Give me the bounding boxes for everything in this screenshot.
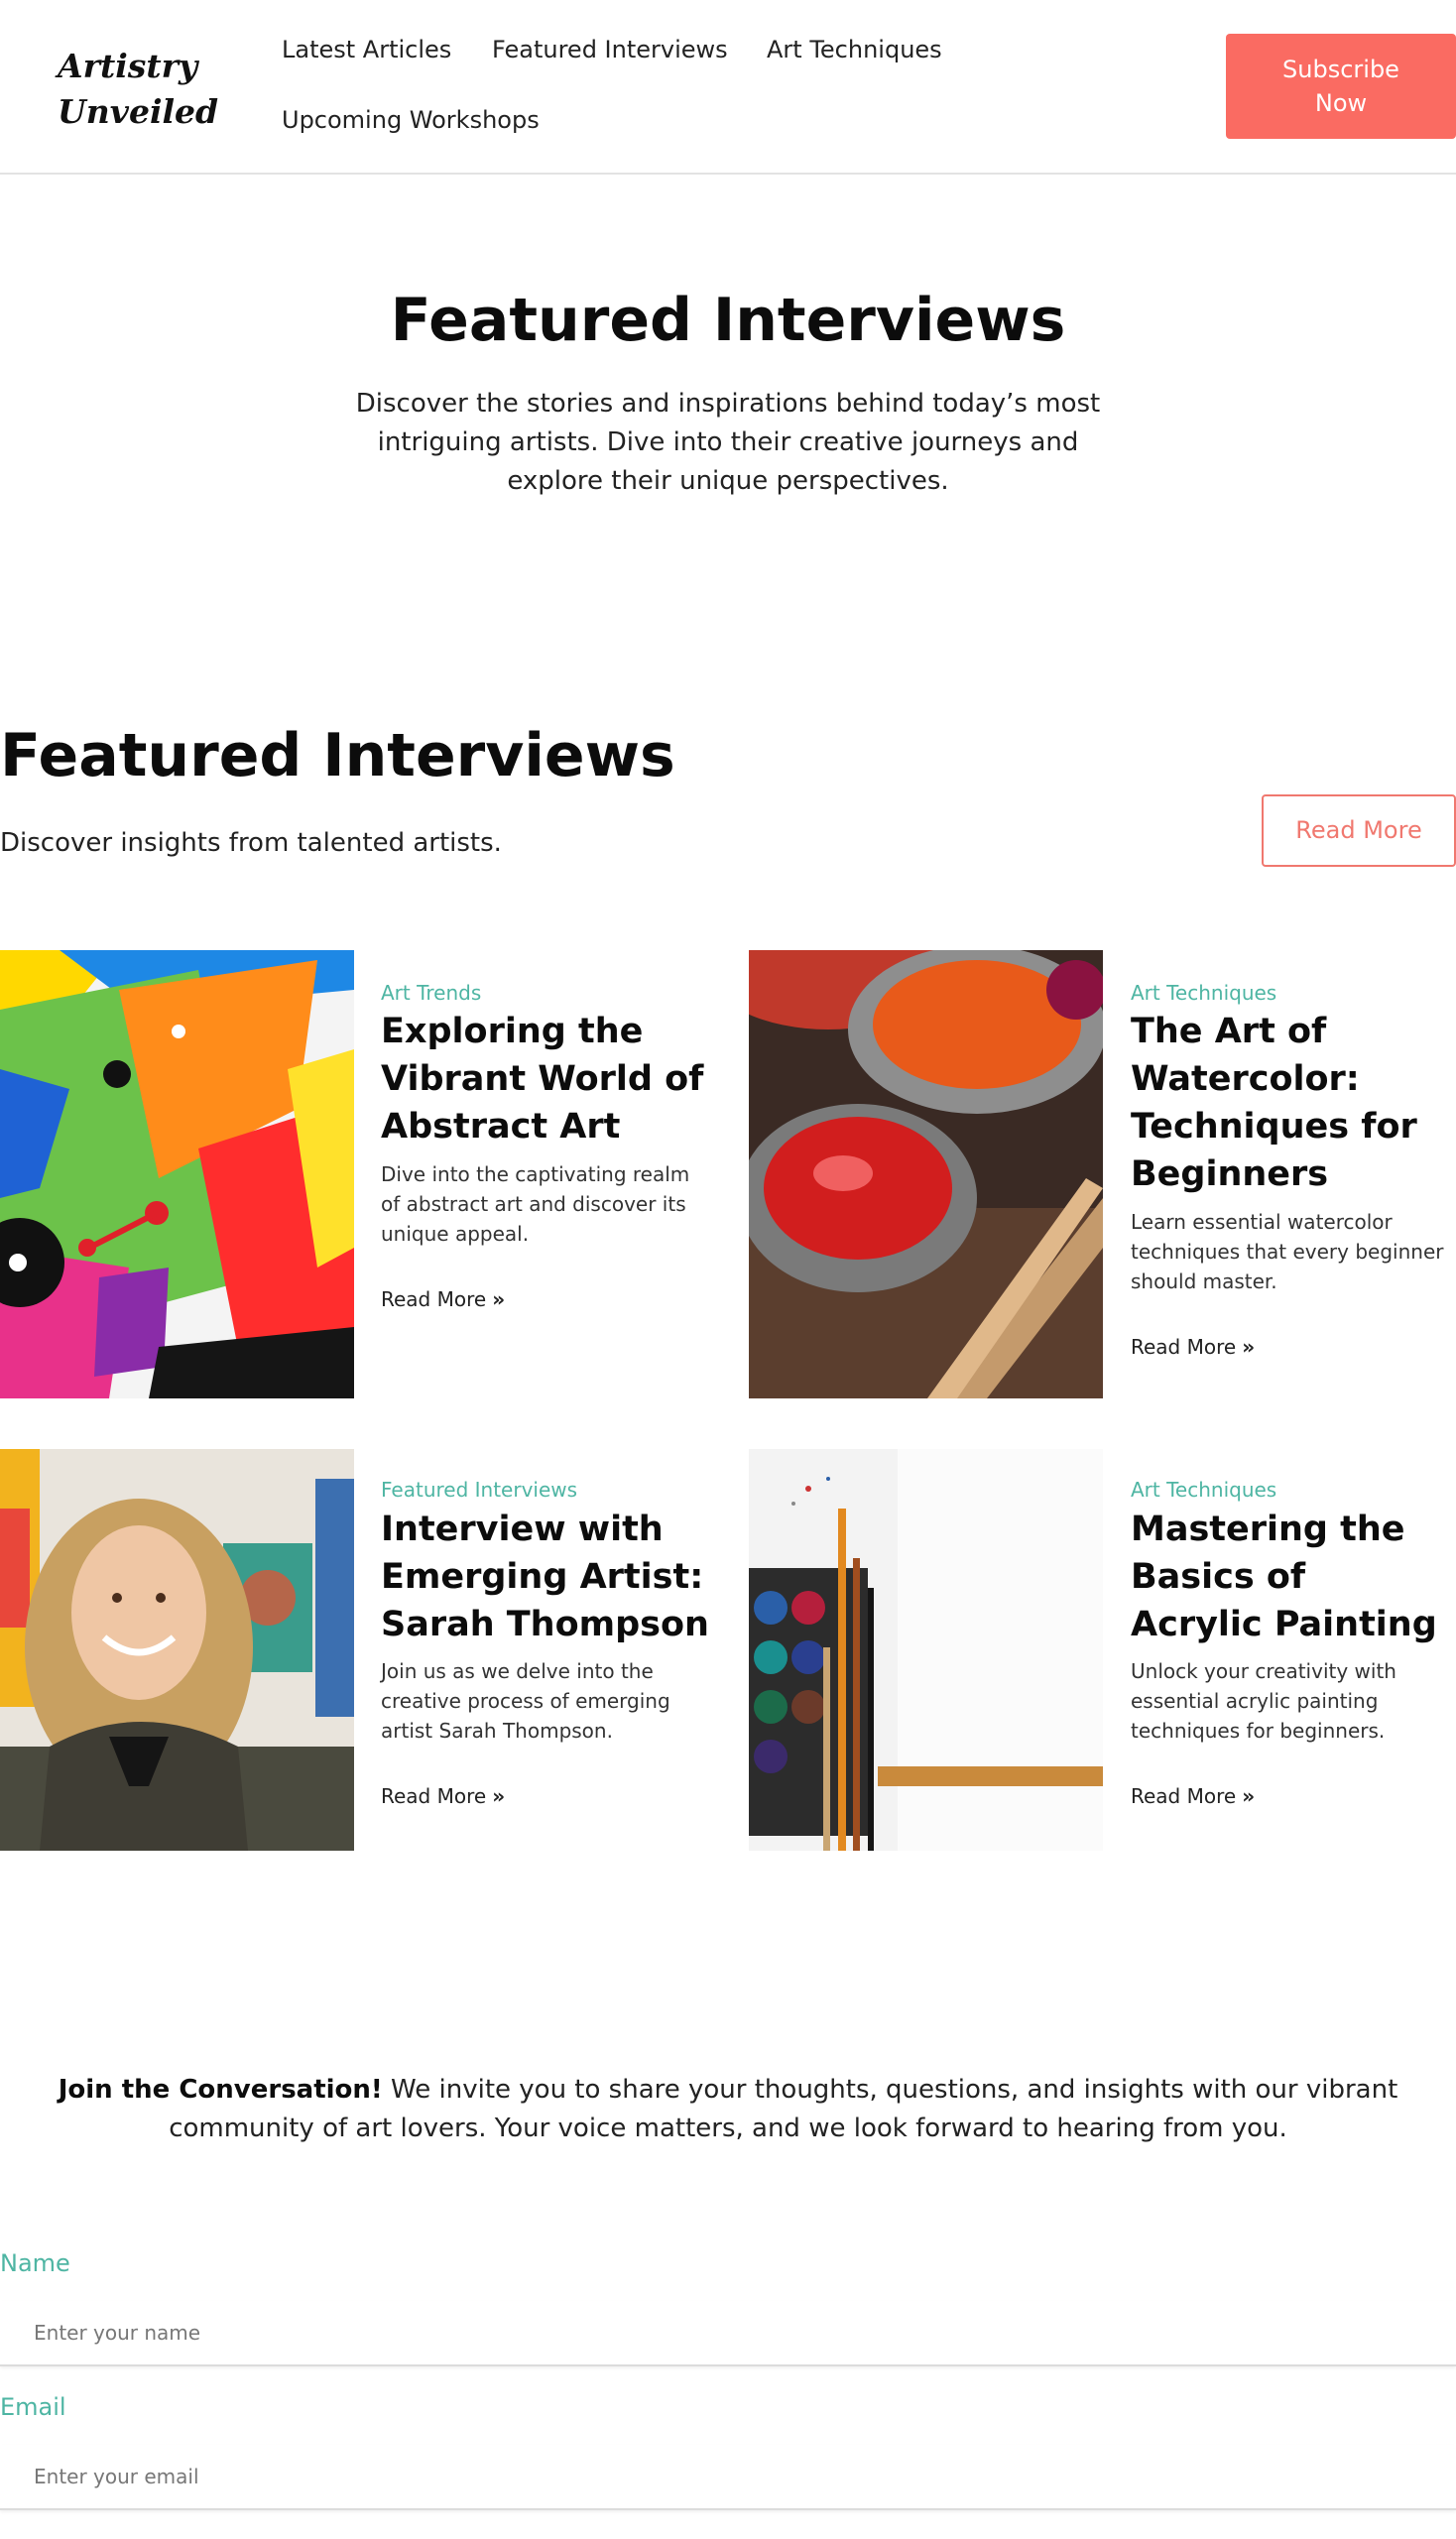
card-description: Join us as we delve into the creative pr… (381, 1659, 670, 1743)
email-label: Email (0, 2393, 66, 2421)
paint-pots-image[interactable] (749, 950, 1103, 1398)
double-chevron-right-icon: » (492, 1287, 506, 1311)
nav-art-techniques[interactable]: Art Techniques (767, 36, 942, 63)
brushes-palette-image[interactable] (749, 1449, 1103, 1851)
subscribe-button[interactable]: Subscribe Now (1226, 34, 1456, 139)
artist-portrait-image[interactable] (0, 1449, 354, 1851)
card-description: Unlock your creativity with essential ac… (1131, 1659, 1396, 1743)
section-title: Featured Interviews (0, 721, 675, 790)
subscribe-label-2: Now (1314, 89, 1368, 117)
double-chevron-right-icon: » (492, 1784, 506, 1808)
email-input[interactable] (0, 2445, 1456, 2510)
site-logo[interactable]: Artistry Unveiled (58, 44, 219, 135)
card-description: Dive into the captivating realm of abstr… (381, 1162, 690, 1246)
card-read-more-link[interactable]: Read More» (1131, 1335, 1255, 1359)
nav-featured-interviews[interactable]: Featured Interviews (492, 36, 728, 63)
card-category[interactable]: Art Trends (381, 981, 481, 1005)
nav-upcoming-workshops[interactable]: Upcoming Workshops (282, 106, 540, 134)
card-read-more-link[interactable]: Read More» (1131, 1784, 1255, 1808)
abstract-painting-image[interactable] (0, 950, 354, 1398)
card-title[interactable]: Mastering the Basics of Acrylic Painting (1131, 1506, 1448, 1648)
card-title[interactable]: The Art of Watercolor: Techniques for Be… (1131, 1008, 1448, 1198)
card-category[interactable]: Featured Interviews (381, 1478, 577, 1502)
card-title[interactable]: Interview with Emerging Artist: Sarah Th… (381, 1506, 718, 1648)
subscribe-label-1: Subscribe (1282, 56, 1399, 83)
logo-line-1: Artistry (58, 47, 198, 85)
card-read-more-link[interactable]: Read More» (381, 1784, 505, 1808)
card-read-more-label: Read More (1131, 1335, 1237, 1359)
section-read-more-button[interactable]: Read More (1262, 794, 1456, 867)
section-subtitle: Discover insights from talented artists. (0, 828, 502, 858)
card-read-more-label: Read More (1131, 1784, 1237, 1808)
card-read-more-link[interactable]: Read More» (381, 1287, 505, 1311)
logo-line-2: Unveiled (58, 92, 219, 131)
conversation-text: Join the Conversation! We invite you to … (0, 2071, 1456, 2148)
card-read-more-label: Read More (381, 1287, 487, 1311)
name-input[interactable] (0, 2301, 1456, 2366)
nav-latest-articles[interactable]: Latest Articles (282, 36, 451, 63)
conversation-lead: Join the Conversation! (58, 2075, 383, 2105)
card-read-more-label: Read More (381, 1784, 487, 1808)
hero-title: Featured Interviews (390, 286, 1066, 355)
card-description: Learn essential watercolor techniques th… (1131, 1210, 1444, 1293)
double-chevron-right-icon: » (1242, 1335, 1256, 1359)
card-category[interactable]: Art Techniques (1131, 981, 1276, 1005)
site-header: Artistry Unveiled Latest Articles Featur… (0, 0, 1456, 175)
card-title[interactable]: Exploring the Vibrant World of Abstract … (381, 1008, 718, 1150)
name-label: Name (0, 2249, 70, 2277)
double-chevron-right-icon: » (1242, 1784, 1256, 1808)
card-category[interactable]: Art Techniques (1131, 1478, 1276, 1502)
hero-subtitle: Discover the stories and inspirations be… (355, 389, 1101, 496)
